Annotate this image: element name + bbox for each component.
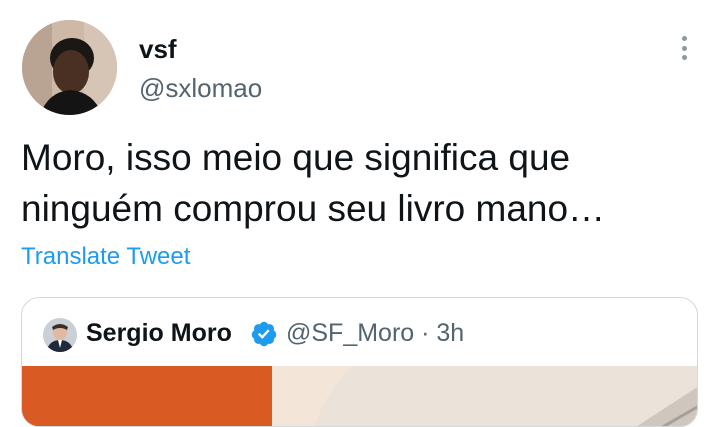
quoted-tweet[interactable]: Sergio Moro @SF_Moro · 3h: [21, 297, 698, 427]
display-name[interactable]: vsf: [139, 34, 177, 65]
translate-tweet-link[interactable]: Translate Tweet: [21, 243, 190, 271]
avatar[interactable]: [22, 20, 117, 115]
dot: [681, 55, 687, 60]
dot: [681, 36, 687, 41]
verified-badge-icon: [251, 321, 277, 347]
quoted-media-image[interactable]: [22, 366, 697, 426]
media-shapes: [22, 366, 697, 426]
avatar-photo: [22, 20, 117, 115]
quoted-avatar-photo: [43, 318, 77, 352]
more-vertical-icon[interactable]: [670, 33, 698, 63]
dot: [681, 45, 687, 51]
tweet-text: Moro, isso meio que significa que ningué…: [21, 137, 606, 229]
quoted-handle-time[interactable]: @SF_Moro · 3h: [286, 319, 464, 348]
user-handle[interactable]: @sxlomao: [139, 73, 262, 104]
quoted-display-name[interactable]: Sergio Moro: [86, 319, 232, 348]
tweet: vsf @sxlomao Moro, isso meio que signifi…: [0, 0, 720, 427]
quoted-avatar[interactable]: [43, 318, 77, 352]
